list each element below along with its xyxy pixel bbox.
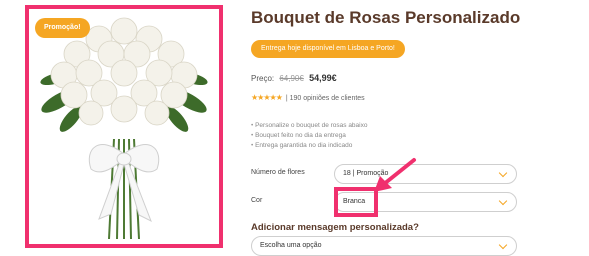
feature-item: Personalize o bouquet de rosas abaixo — [251, 121, 367, 131]
product-image-frame: Promoção! — [25, 5, 223, 248]
bouquet-image — [40, 17, 208, 240]
star-rating-icon: ★★★★★ — [251, 93, 283, 102]
promo-badge: Promoção! — [35, 18, 90, 38]
product-title: Bouquet de Rosas Personalizado — [251, 8, 521, 27]
annotation-arrow-icon — [374, 158, 416, 192]
message-select-value: Escolha uma opção — [260, 242, 322, 249]
chevron-down-icon — [498, 168, 508, 178]
price-row: Preço: 64,90€ 54,99€ — [251, 73, 337, 83]
color-label: Cor — [251, 197, 263, 204]
feature-item: Entrega garantida no dia indicado — [251, 141, 367, 151]
chevron-down-icon — [498, 196, 508, 206]
message-label: Adicionar mensagem personalizada? — [251, 222, 419, 233]
rating-row[interactable]: ★★★★★ | 190 opiniões de clientes — [251, 93, 365, 102]
current-price: 54,99€ — [309, 73, 337, 83]
reviews-link[interactable]: | 190 opiniões de clientes — [286, 95, 365, 102]
flowers-label: Número de flores — [251, 169, 305, 176]
chevron-down-icon — [498, 240, 508, 250]
product-features: Personalize o bouquet de rosas abaixo Bo… — [251, 121, 367, 151]
price-label: Preço: — [251, 74, 275, 83]
message-select[interactable]: Escolha uma opção — [251, 236, 517, 256]
delivery-badge: Entrega hoje disponível em Lisboa e Port… — [251, 40, 405, 58]
feature-item: Bouquet feito no dia da entrega — [251, 131, 367, 141]
flowers-select[interactable]: 18 | Promoção — [334, 164, 517, 184]
old-price: 64,90€ — [279, 74, 304, 83]
